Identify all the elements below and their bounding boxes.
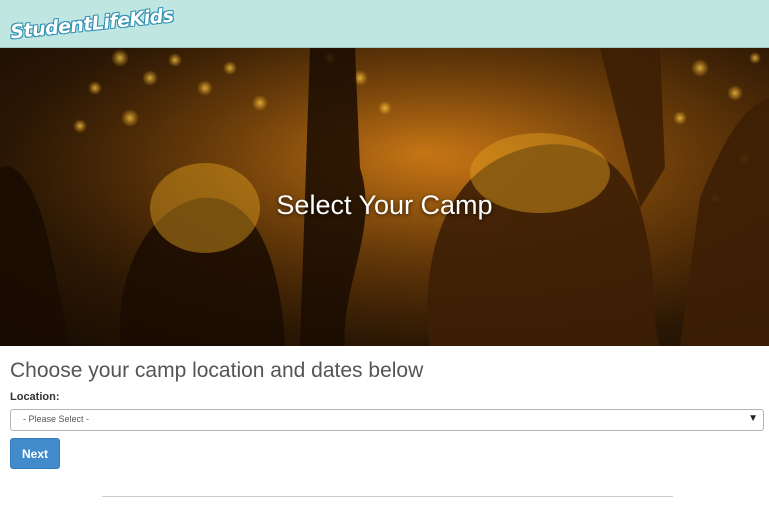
logo-text: StudentLifeKids [9,4,175,44]
site-header: StudentLifeKids [0,0,769,48]
dropdown-arrow-icon: ▼ [748,413,758,424]
location-select[interactable]: - Please Select - ▼ [10,409,764,431]
form-heading: Choose your camp location and dates belo… [10,359,424,382]
hero-banner: Select Your Camp [0,48,769,346]
camp-selection-form: Choose your camp location and dates belo… [10,358,765,469]
location-select-value: - Please Select - [23,414,90,424]
studentlife-kids-logo[interactable]: StudentLifeKids [9,4,175,44]
next-button[interactable]: Next [10,438,60,469]
page-title: Select Your Camp [276,190,493,221]
divider [102,496,673,497]
location-label: Location: [10,391,60,403]
